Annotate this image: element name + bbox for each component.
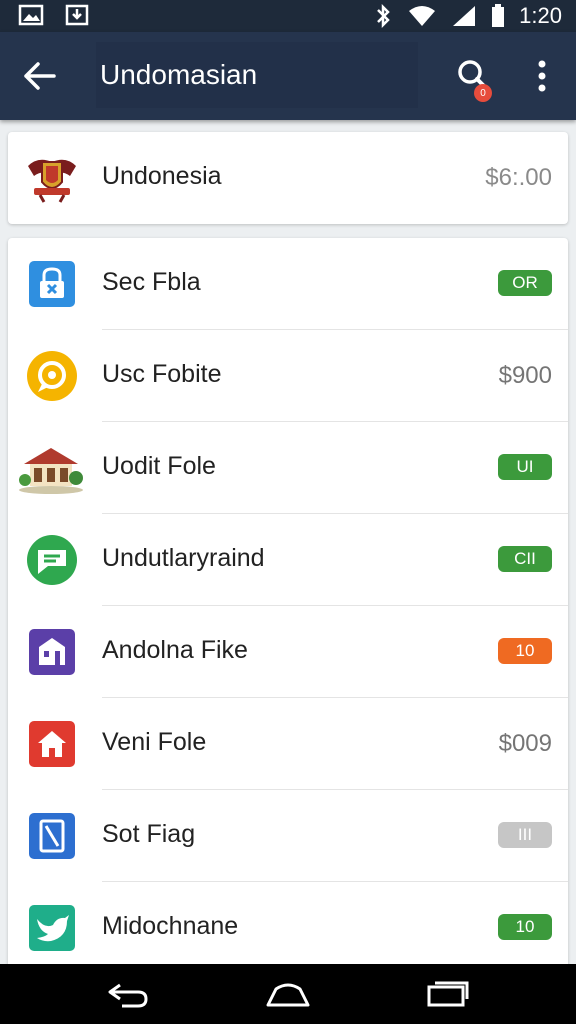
list-item[interactable]: Sot Fiag III: [8, 790, 568, 882]
status-badge: OR: [498, 270, 552, 296]
list-item[interactable]: Sec Fbla OR: [8, 238, 568, 330]
list-item[interactable]: Veni Fole $009: [8, 698, 568, 790]
nav-home-icon: [266, 983, 310, 1007]
nav-home-button[interactable]: [256, 974, 320, 1014]
list-item-label: Midochnane: [102, 912, 239, 940]
house-icon: [18, 440, 84, 496]
list-item-label: Sec Fbla: [102, 268, 201, 296]
home-icon: [24, 716, 80, 772]
nav-recents-icon: [427, 981, 469, 1007]
arrow-left-icon: [24, 62, 56, 90]
nav-back-button[interactable]: [96, 974, 160, 1014]
page-title: Undomasian: [100, 59, 258, 90]
list-item-price: $009: [498, 730, 552, 757]
signal-icon: [453, 6, 476, 26]
coat-of-arms-icon: [24, 150, 80, 206]
item-list: Sec Fbla OR Usc Fobite $900 Uodit Fole U…: [8, 238, 568, 978]
more-vert-icon: [538, 60, 546, 92]
battery-icon: [492, 4, 505, 27]
building-icon: [24, 624, 80, 680]
nav-recents-button[interactable]: [416, 974, 480, 1014]
list-item-label: Sot Fiag: [102, 820, 196, 848]
app-bar: Undomasian 0: [0, 32, 576, 120]
list-item[interactable]: Uodit Fole UI: [8, 422, 568, 514]
wifi-icon: [409, 6, 436, 26]
message-icon: [24, 532, 80, 588]
back-button[interactable]: [14, 52, 64, 100]
status-time: 1:20: [519, 3, 562, 28]
status-badge: UI: [498, 454, 552, 480]
list-item[interactable]: Andolna Fike 10: [8, 606, 568, 698]
list-item-label: Uodit Fole: [102, 452, 216, 480]
list-item-label: Veni Fole: [102, 728, 207, 756]
list-item[interactable]: Midochnane 10: [8, 882, 568, 974]
image-icon: [18, 4, 44, 26]
status-badge: 10: [498, 638, 552, 664]
status-badge: 10: [498, 914, 552, 940]
lock-icon: [24, 256, 80, 312]
list-item-label: Andolna Fike: [102, 636, 248, 664]
status-bar: 1:20: [0, 0, 576, 32]
bluetooth-icon: [377, 4, 390, 28]
bird-icon: [24, 900, 80, 956]
more-options-button[interactable]: [520, 52, 564, 100]
list-item-label: Usc Fobite: [102, 360, 222, 388]
navigation-bar: [0, 964, 576, 1024]
header-row[interactable]: Undonesia $6:.00: [8, 132, 568, 224]
download-icon: [65, 4, 89, 26]
status-badge: CII: [498, 546, 552, 572]
status-badge: III: [498, 822, 552, 848]
chat-icon: [24, 348, 80, 404]
list-item[interactable]: Usc Fobite $900: [8, 330, 568, 422]
list-item-label: Undutlaryraind: [102, 544, 265, 572]
header-card[interactable]: Undonesia $6:.00: [8, 132, 568, 224]
list-item-price: $900: [498, 362, 552, 389]
title-box: Undomasian: [96, 42, 418, 108]
list-item[interactable]: Undutlaryraind CII: [8, 514, 568, 606]
file-icon: [24, 808, 80, 864]
header-name: Undonesia: [102, 162, 222, 190]
notification-badge: 0: [474, 84, 492, 102]
nav-back-icon: [108, 983, 148, 1008]
header-amount: $6:.00: [485, 164, 552, 191]
